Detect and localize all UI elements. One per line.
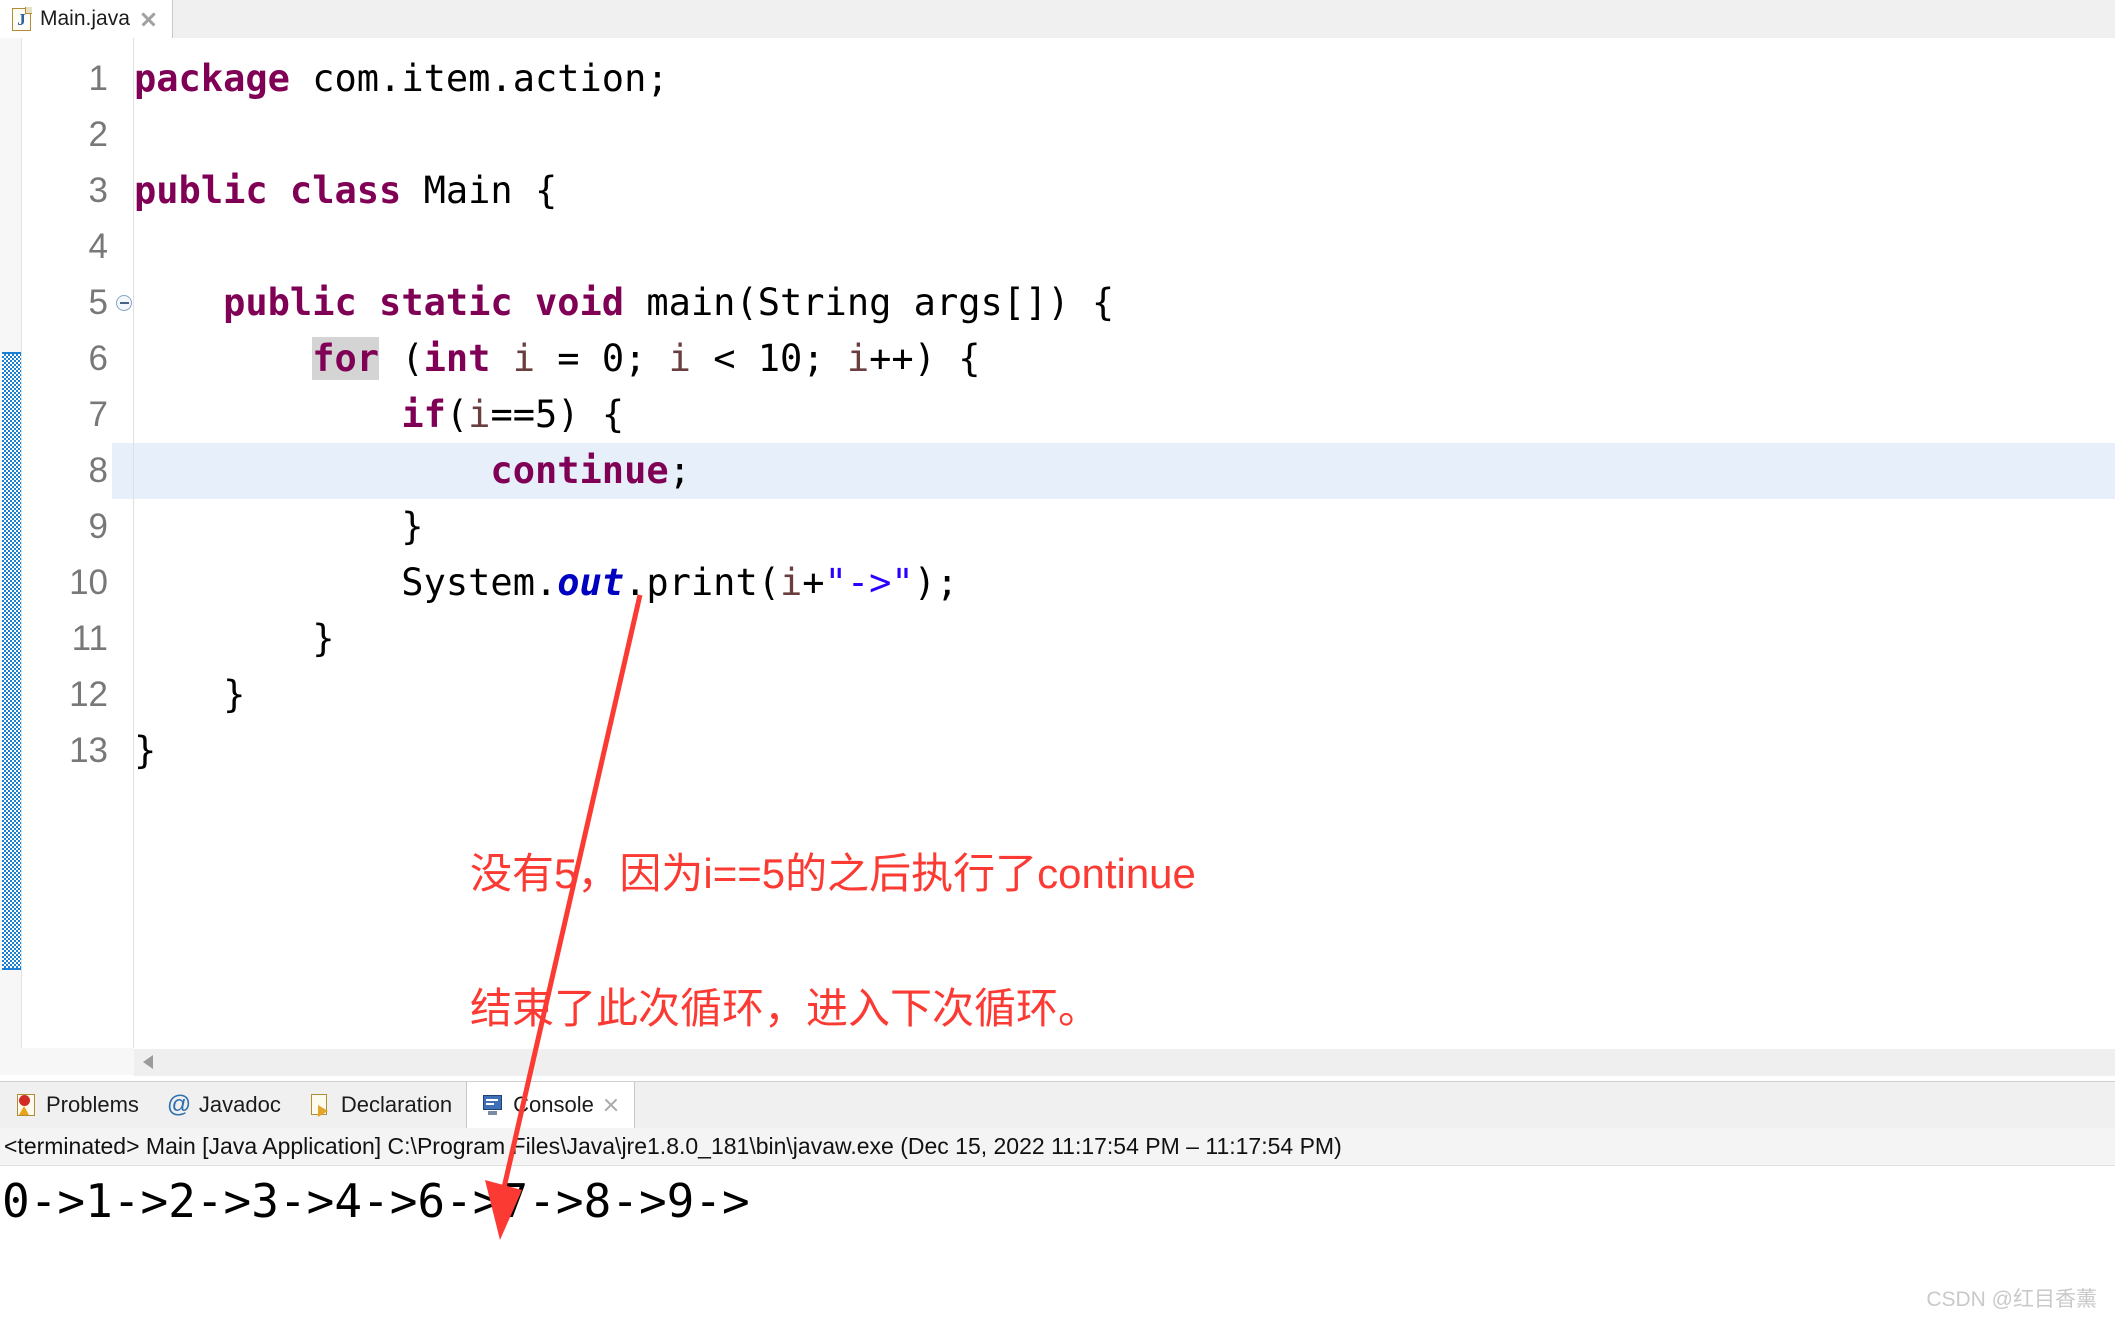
problems-icon xyxy=(14,1093,38,1117)
line-number: 13 xyxy=(69,731,108,770)
console-icon xyxy=(481,1093,505,1117)
at-icon: @ xyxy=(166,1091,192,1118)
code-token: public static void xyxy=(223,281,625,324)
console-output-area[interactable]: 0->1->2->3->4->6->7->8->9-> xyxy=(0,1172,2115,1272)
terminated-process-label: <terminated> Main [Java Application] C:\… xyxy=(4,1133,1342,1159)
code-line[interactable]: public class Main { xyxy=(134,163,557,219)
code-token: ==5) { xyxy=(490,393,625,436)
code-token: ); xyxy=(913,561,959,604)
code-line[interactable]: System.out.print(i+"->"); xyxy=(134,555,958,611)
code-token: } xyxy=(134,673,246,716)
line-number: 5 xyxy=(88,283,108,322)
close-icon[interactable] xyxy=(602,1096,620,1114)
code-token: Main { xyxy=(401,169,558,212)
view-tab-bar: Problems @ Javadoc Declaration Console xyxy=(0,1082,2115,1129)
code-token: < 10; xyxy=(690,337,847,380)
line-number: 8 xyxy=(88,451,108,490)
bottom-view-panel: Problems @ Javadoc Declaration Console <term… xyxy=(0,1081,2115,1323)
line-number: 3 xyxy=(88,171,108,210)
editor-horizontal-scrollbar[interactable] xyxy=(134,1048,2115,1076)
java-file-icon: J xyxy=(12,6,32,31)
code-token: i xyxy=(780,561,803,604)
view-tab-console[interactable]: Console xyxy=(466,1082,635,1128)
view-tab-label: Console xyxy=(513,1092,594,1117)
line-number: 1 xyxy=(88,59,108,98)
code-token: public class xyxy=(134,169,402,212)
hscrollbar-corner xyxy=(0,1048,134,1075)
code-token: com.item.action; xyxy=(289,57,669,100)
code-token: i xyxy=(512,337,535,380)
code-token: .print( xyxy=(624,561,781,604)
line-number: 11 xyxy=(71,619,108,658)
console-launch-header: <terminated> Main [Java Application] C:\… xyxy=(0,1128,2115,1166)
code-token: out xyxy=(557,561,625,604)
line-number: 12 xyxy=(69,675,108,714)
annotation-note-line-2: 结束了此次循环，进入下次循环。 xyxy=(470,985,1101,1032)
code-token: ; xyxy=(668,449,691,492)
code-line[interactable]: package com.item.action; xyxy=(134,51,669,107)
code-token: int xyxy=(423,337,491,380)
line-number-gutter: 1 2 3 4 5 6 7 8 9 10 11 12 13 xyxy=(22,38,112,1048)
code-line[interactable]: for (int i = 0; i < 10; i++) { xyxy=(134,331,981,387)
line-number: 4 xyxy=(88,227,108,266)
close-icon[interactable] xyxy=(139,10,158,29)
view-tab-javadoc[interactable]: @ Javadoc xyxy=(153,1082,295,1128)
annotation-ruler[interactable] xyxy=(0,38,22,1048)
line-number: 9 xyxy=(88,507,108,546)
line-number: 7 xyxy=(88,395,108,434)
code-token: System. xyxy=(134,561,558,604)
method-range-indicator xyxy=(2,352,21,970)
code-token: ++) { xyxy=(869,337,981,380)
code-token: } xyxy=(134,505,424,548)
current-line-highlight-gutter xyxy=(112,443,133,499)
code-token: main(String args[]) { xyxy=(624,281,1115,324)
fold-collapse-icon[interactable] xyxy=(116,295,132,311)
code-token: } xyxy=(134,729,157,772)
code-token: = 0; xyxy=(535,337,669,380)
code-line[interactable]: } xyxy=(134,723,156,779)
console-output-text: 0->1->2->3->4->6->7->8->9-> xyxy=(2,1174,750,1228)
code-line[interactable]: } xyxy=(134,499,424,555)
annotation-note-line-1: 没有5，因为i==5的之后执行了continue xyxy=(470,850,1196,897)
view-tab-declaration[interactable]: Declaration xyxy=(295,1082,466,1128)
declaration-icon xyxy=(309,1093,333,1117)
code-token: package xyxy=(134,57,290,100)
code-token: + xyxy=(802,561,825,604)
code-token: i xyxy=(668,337,691,380)
line-number: 2 xyxy=(88,115,108,154)
folding-column[interactable] xyxy=(112,38,134,1048)
scroll-left-arrow-icon[interactable] xyxy=(143,1055,153,1069)
code-line[interactable]: if(i==5) { xyxy=(134,387,624,443)
code-token: if xyxy=(401,393,446,436)
code-line[interactable]: public static void main(String args[]) { xyxy=(134,275,1114,331)
code-line[interactable]: } xyxy=(134,611,334,667)
code-line[interactable]: } xyxy=(134,667,245,723)
line-number: 10 xyxy=(69,563,108,602)
code-token: i xyxy=(846,337,870,380)
editor-tab-bar: J Main.java xyxy=(0,0,2115,39)
code-token: ( xyxy=(445,393,469,436)
code-token: i xyxy=(468,393,491,436)
watermark: CSDN @红目香薰 xyxy=(1926,1288,2097,1311)
view-tab-problems[interactable]: Problems xyxy=(0,1082,153,1128)
code-token: continue xyxy=(490,449,669,492)
view-tab-label: Problems xyxy=(46,1092,139,1117)
view-tab-label: Declaration xyxy=(340,1092,453,1117)
code-line[interactable]: continue; xyxy=(134,443,691,499)
code-token: for xyxy=(312,337,380,380)
tab-label: Main.java xyxy=(40,7,130,30)
view-tab-label: Javadoc xyxy=(198,1092,281,1117)
line-number: 6 xyxy=(88,339,108,378)
code-token: ( xyxy=(379,337,424,380)
code-token: } xyxy=(134,617,335,660)
code-token: "->" xyxy=(824,561,914,604)
tab-main-java[interactable]: J Main.java xyxy=(0,0,173,38)
